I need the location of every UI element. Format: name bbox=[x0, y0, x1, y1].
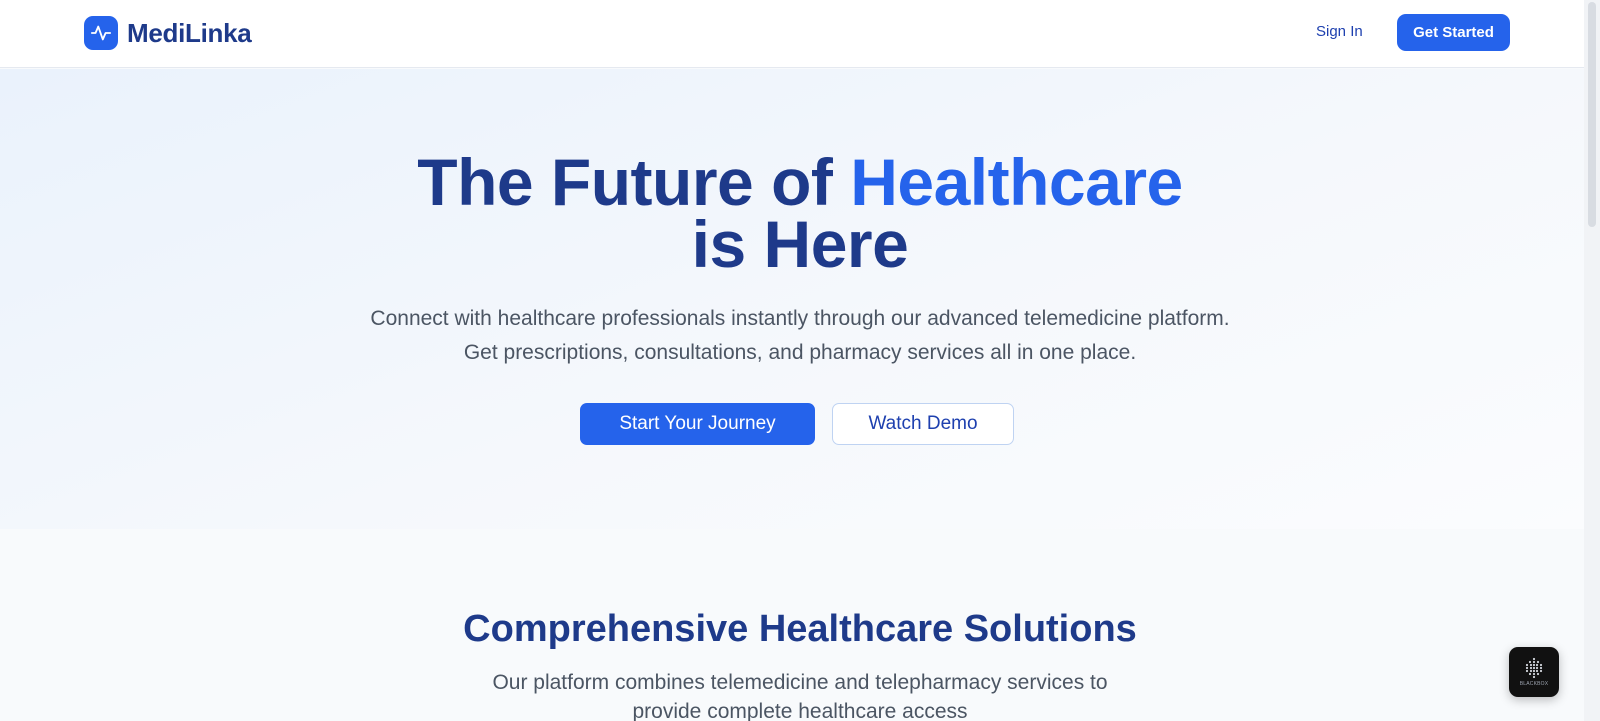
solutions-subtitle-line1: Our platform combines telemedicine and t… bbox=[492, 671, 1108, 694]
solutions-title: Comprehensive Healthcare Solutions bbox=[463, 608, 1137, 650]
solutions-subtitle: Our platform combines telemedicine and t… bbox=[0, 668, 1600, 721]
hero-subtitle-line1: Connect with healthcare professionals in… bbox=[370, 307, 1230, 330]
widget-label: BLACKBOX bbox=[1519, 681, 1549, 687]
blackbox-widget-button[interactable]: BLACKBOX bbox=[1509, 647, 1559, 697]
page-scrollbar[interactable] bbox=[1584, 0, 1600, 721]
hero-section: The Future of Healthcare is Here Connect… bbox=[0, 69, 1584, 529]
hero-subtitle-line2: Get prescriptions, consultations, and ph… bbox=[463, 341, 1137, 364]
start-journey-button[interactable]: Start Your Journey bbox=[580, 403, 815, 445]
solutions-subtitle-line2: provide complete healthcare access bbox=[632, 700, 968, 721]
dot-matrix-icon bbox=[1525, 657, 1543, 679]
get-started-button[interactable]: Get Started bbox=[1397, 14, 1510, 51]
hero-subtitle: Connect with healthcare professionals in… bbox=[0, 302, 1600, 370]
watch-demo-button[interactable]: Watch Demo bbox=[832, 403, 1014, 445]
pulse-icon bbox=[84, 16, 118, 50]
brand-name: MediLinka bbox=[127, 17, 252, 48]
scrollbar-thumb[interactable] bbox=[1588, 2, 1596, 227]
hero-title: The Future of Healthcare is Here bbox=[0, 149, 1600, 277]
brand-logo[interactable]: MediLinka bbox=[84, 16, 252, 50]
sign-in-link[interactable]: Sign In bbox=[1316, 23, 1363, 40]
hero-title-part2: is Here bbox=[691, 207, 909, 281]
site-header: MediLinka Sign In Get Started bbox=[0, 0, 1584, 68]
